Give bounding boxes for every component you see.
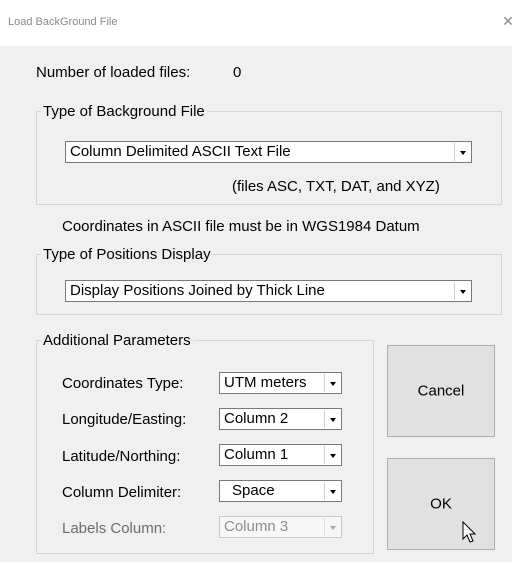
latitude-column-value: Column 1 bbox=[224, 446, 289, 463]
background-file-type-select[interactable]: Column Delimited ASCII Text File bbox=[65, 141, 472, 163]
title-bar: Load BackGround File ✕ bbox=[0, 0, 516, 46]
cancel-button-label: Cancel bbox=[417, 382, 465, 400]
file-types-hint: (files ASC, TXT, DAT, and XYZ) bbox=[232, 178, 440, 195]
additional-parameters-legend: Additional Parameters bbox=[43, 332, 191, 349]
latitude-label: Latitude/Northing: bbox=[62, 448, 181, 465]
chevron-down-icon[interactable] bbox=[454, 143, 470, 161]
close-icon[interactable]: ✕ bbox=[500, 12, 516, 30]
labels-column-select: Column 3 bbox=[219, 516, 342, 538]
chevron-down-icon[interactable] bbox=[324, 446, 340, 464]
chevron-down-icon[interactable] bbox=[324, 482, 340, 500]
loaded-files-count: 0 bbox=[233, 64, 242, 81]
window-title: Load BackGround File bbox=[8, 16, 118, 28]
datum-note: Coordinates in ASCII file must be in WGS… bbox=[62, 218, 420, 235]
chevron-down-icon bbox=[324, 518, 340, 536]
labels-column-value: Column 3 bbox=[224, 518, 289, 535]
background-file-type-value: Column Delimited ASCII Text File bbox=[70, 143, 291, 160]
background-file-legend: Type of Background File bbox=[43, 103, 205, 120]
longitude-label: Longitude/Easting: bbox=[62, 411, 187, 428]
labels-column-label: Labels Column: bbox=[62, 520, 167, 537]
longitude-column-select[interactable]: Column 2 bbox=[219, 408, 342, 430]
column-delimiter-select[interactable]: Space bbox=[219, 480, 342, 502]
latitude-column-select[interactable]: Column 1 bbox=[219, 444, 342, 466]
ok-button-label: OK bbox=[430, 495, 452, 513]
loaded-files-label: Number of loaded files: bbox=[36, 64, 191, 81]
chevron-down-icon[interactable] bbox=[324, 374, 340, 392]
positions-display-select[interactable]: Display Positions Joined by Thick Line bbox=[65, 280, 472, 302]
window-edge bbox=[512, 46, 516, 562]
chevron-down-icon[interactable] bbox=[324, 410, 340, 428]
longitude-column-value: Column 2 bbox=[224, 410, 289, 427]
coordinates-type-label: Coordinates Type: bbox=[62, 375, 184, 392]
load-background-dialog: Load BackGround File ✕ Number of loaded … bbox=[0, 0, 516, 562]
chevron-down-icon[interactable] bbox=[454, 282, 470, 300]
delimiter-label: Column Delimiter: bbox=[62, 484, 182, 501]
coordinates-type-value: UTM meters bbox=[224, 374, 307, 391]
positions-display-value: Display Positions Joined by Thick Line bbox=[70, 282, 325, 299]
coordinates-type-select[interactable]: UTM meters bbox=[219, 372, 342, 394]
column-delimiter-value: Space bbox=[232, 482, 275, 499]
cancel-button[interactable]: Cancel bbox=[387, 345, 495, 437]
positions-display-legend: Type of Positions Display bbox=[43, 246, 211, 263]
mouse-pointer-icon bbox=[462, 521, 477, 543]
